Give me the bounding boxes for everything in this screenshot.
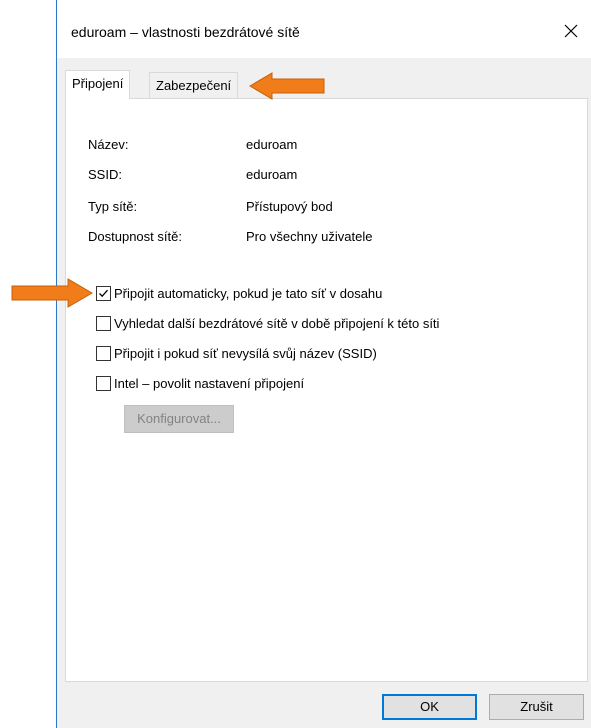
intel-settings-checkbox[interactable]: [96, 375, 111, 391]
arrow-annotation-icon: [249, 72, 325, 100]
search-other-networks-label: Vyhledat další bezdrátové sítě v době př…: [114, 315, 440, 331]
close-button[interactable]: [551, 14, 591, 50]
search-other-networks-checkbox[interactable]: [96, 315, 111, 331]
window-title: eduroam – vlastnosti bezdrátové sítě: [71, 24, 300, 40]
tab-pripojeni[interactable]: Připojení: [65, 70, 131, 99]
name-value: eduroam: [246, 137, 298, 152]
tab-panel-pripojeni: Název: eduroam SSID: eduroam Typ sítě: P…: [65, 98, 588, 682]
properties-dialog: eduroam – vlastnosti bezdrátové sítě Při…: [56, 0, 591, 728]
checkmark-icon: [99, 289, 108, 297]
auto-connect-checkbox[interactable]: [96, 285, 111, 301]
availability-label: Dostupnost sítě:: [88, 229, 182, 244]
arrow-annotation-icon: [11, 278, 93, 308]
auto-connect-option[interactable]: Připojit automaticky, pokud je tato síť …: [96, 283, 382, 303]
intel-settings-label: Intel – povolit nastavení připojení: [114, 375, 305, 391]
auto-connect-label: Připojit automaticky, pokud je tato síť …: [114, 285, 383, 301]
close-icon: [564, 24, 578, 41]
availability-value: Pro všechny uživatele: [246, 229, 373, 244]
name-label: Název:: [88, 137, 129, 152]
ssid-label: SSID:: [88, 167, 122, 182]
network-type-label: Typ sítě:: [88, 199, 138, 214]
title-bar: eduroam – vlastnosti bezdrátové sítě: [57, 0, 591, 58]
network-type-value: Přístupový bod: [246, 199, 333, 214]
hidden-ssid-label: Připojit i pokud síť nevysílá svůj název…: [114, 345, 377, 361]
tab-zabezpeceni[interactable]: Zabezpečení: [149, 72, 239, 98]
search-other-networks-option[interactable]: Vyhledat další bezdrátové sítě v době př…: [96, 313, 439, 333]
hidden-ssid-checkbox[interactable]: [96, 345, 111, 361]
intel-settings-option[interactable]: Intel – povolit nastavení připojení: [96, 373, 304, 393]
ok-button[interactable]: OK: [382, 694, 477, 720]
hidden-ssid-option[interactable]: Připojit i pokud síť nevysílá svůj název…: [96, 343, 377, 363]
ssid-value: eduroam: [246, 167, 298, 182]
configure-button: Konfigurovat...: [124, 405, 234, 433]
cancel-button[interactable]: Zrušit: [489, 694, 584, 720]
